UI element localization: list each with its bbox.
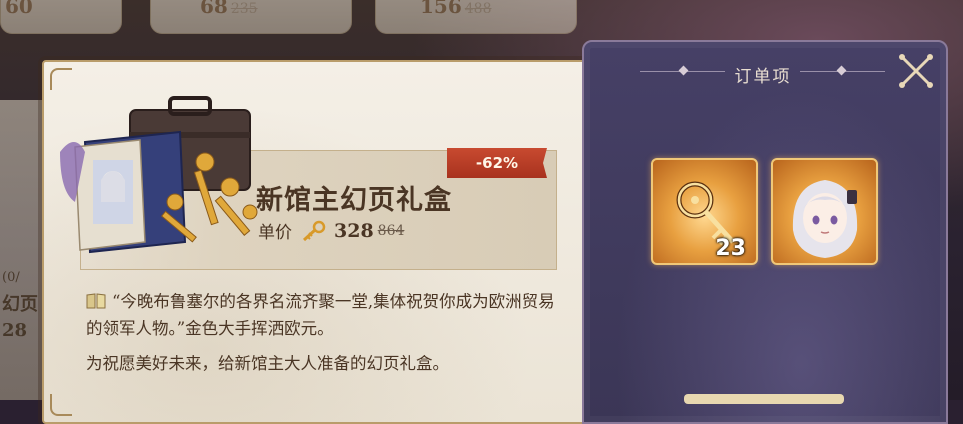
character-portrait-icon — [792, 180, 858, 258]
bg-price: 60 — [5, 0, 33, 18]
bg-fragment: 幻页 — [2, 294, 38, 315]
panel-corner-ornament — [50, 394, 72, 416]
panel-corner-ornament — [50, 68, 72, 90]
price-value: 328 — [334, 219, 374, 242]
product-name: 新馆主幻页礼盒 — [256, 185, 452, 216]
order-item-slot[interactable]: 23 — [651, 158, 758, 265]
price-label: 单价 — [258, 223, 292, 243]
discount-tag: -62% — [447, 148, 547, 178]
close-icon[interactable] — [893, 48, 939, 94]
bg-side-card — [0, 100, 48, 400]
product-description: 为祝愿美好未来，给新馆主大人准备的幻页礼盒。 — [86, 354, 449, 373]
quote-text: “今晚布鲁塞尔的各界名流齐聚一堂,集体祝贺你成为欧洲贸易的领军人物。”金色大手挥… — [86, 292, 555, 338]
golden-key-currency-icon — [302, 220, 326, 241]
product-quote: “今晚布鲁塞尔的各界名流齐聚一堂,集体祝贺你成为欧洲贸易的领军人物。”金色大手挥… — [86, 288, 556, 342]
bg-fragment: (0/ — [2, 270, 20, 285]
order-panel — [582, 40, 948, 424]
gift-box-art — [60, 96, 258, 254]
bg-fragment: 28 — [2, 320, 28, 341]
book-icon — [86, 293, 106, 309]
original-price: 864 — [377, 222, 405, 239]
price-row: 单价 328 864 — [258, 218, 405, 244]
order-panel-title: 订单项 — [734, 67, 792, 87]
order-item-slot[interactable] — [771, 158, 878, 265]
confirm-button[interactable] — [684, 394, 844, 404]
bg-price: 68 235 — [200, 0, 258, 18]
bg-price: 156 488 — [420, 0, 492, 18]
item-count: 23 — [715, 236, 746, 261]
